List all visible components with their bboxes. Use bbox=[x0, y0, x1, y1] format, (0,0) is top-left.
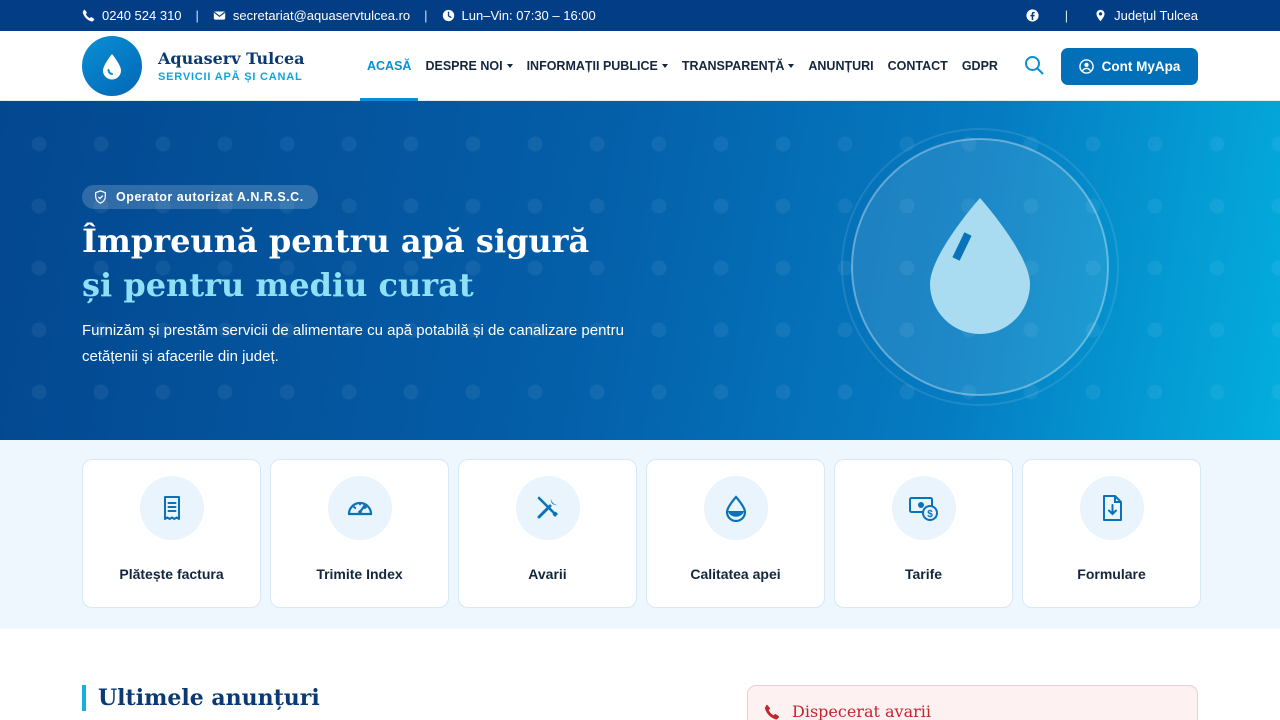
email-link[interactable]: secretariat@aquaservtulcea.ro bbox=[213, 8, 410, 23]
hours-text: Lun–Vin: 07:30 – 16:00 bbox=[461, 8, 596, 23]
facebook-icon bbox=[1026, 9, 1039, 22]
email-address: secretariat@aquaservtulcea.ro bbox=[232, 8, 411, 23]
nav-item-informatii-publice[interactable]: INFORMAȚII PUBLICE bbox=[520, 31, 675, 101]
phone-link[interactable]: 0240 524 310 bbox=[82, 8, 182, 23]
caret-down-icon bbox=[661, 64, 668, 68]
map-pin-icon bbox=[1096, 9, 1105, 22]
quick-link-label: Calitatea apei bbox=[690, 566, 781, 582]
emergency-dispatch-card[interactable]: Dispecerat avarii bbox=[747, 685, 1198, 720]
user-circle-icon bbox=[1078, 59, 1094, 74]
quick-link-label: Trimite Index bbox=[316, 566, 403, 582]
brand-tagline: SERVICII APĂ ȘI CANAL bbox=[158, 71, 303, 83]
badge-text: Operator autorizat A.N.R.S.C. bbox=[116, 190, 304, 204]
envelope-icon bbox=[213, 11, 226, 20]
quick-link-label: Formulare bbox=[1077, 566, 1146, 582]
announcements-heading: Ultimele anunțuri bbox=[82, 685, 320, 711]
quick-link-label: Avarii bbox=[528, 566, 567, 582]
region-link[interactable]: Județul Tulcea bbox=[1094, 8, 1198, 23]
quick-link-trimite-index[interactable]: Trimite Index bbox=[270, 459, 449, 608]
clock-icon bbox=[442, 9, 454, 22]
main-navigation: ACASĂ DESPRE NOI INFORMAȚII PUBLICE TRAN… bbox=[360, 31, 1005, 102]
account-button-label: Cont MyApa bbox=[1101, 59, 1181, 74]
hero-description: Furnizăm și prestăm servicii de alimenta… bbox=[82, 322, 624, 365]
quick-link-avarii[interactable]: Avarii bbox=[458, 459, 637, 608]
top-info-bar: 0240 524 310 | secretariat@aquaservtulce… bbox=[0, 0, 1280, 31]
account-button[interactable]: Cont MyApa bbox=[1061, 48, 1198, 85]
search-button[interactable] bbox=[1022, 53, 1046, 77]
money-icon: $ bbox=[892, 476, 956, 540]
quick-link-calitatea-apei[interactable]: Calitatea apei bbox=[646, 459, 825, 608]
quick-link-tarife[interactable]: $ Tarife bbox=[834, 459, 1013, 608]
region-text: Județul Tulcea bbox=[1114, 8, 1198, 23]
search-icon bbox=[1025, 56, 1044, 75]
facebook-link[interactable] bbox=[1026, 9, 1039, 22]
separator: | bbox=[424, 8, 428, 23]
invoice-icon bbox=[140, 476, 204, 540]
hero-banner: Operator autorizat A.N.R.S.C. Împreună p… bbox=[0, 101, 1280, 440]
caret-down-icon bbox=[506, 64, 513, 68]
separator: | bbox=[1064, 8, 1069, 23]
hero-title: Împreună pentru apă sigură și pentru med… bbox=[82, 219, 589, 307]
quick-link-formulare[interactable]: Formulare bbox=[1022, 459, 1201, 608]
phone-icon bbox=[764, 704, 780, 719]
authorization-badge: Operator autorizat A.N.R.S.C. bbox=[82, 185, 318, 209]
nav-item-acasa[interactable]: ACASĂ bbox=[360, 31, 419, 102]
phone-icon bbox=[82, 9, 95, 22]
hero-title-line2: și pentru mediu curat bbox=[82, 266, 474, 304]
nav-item-contact[interactable]: CONTACT bbox=[881, 31, 955, 101]
dispatch-title: Dispecerat avarii bbox=[792, 702, 931, 720]
phone-number: 0240 524 310 bbox=[102, 8, 182, 23]
gauge-icon bbox=[328, 476, 392, 540]
caret-down-icon bbox=[788, 64, 795, 68]
quick-links-section: Plătește factura Trimite Index Avarii Ca… bbox=[0, 440, 1280, 629]
site-logo[interactable]: Aquaserv Tulcea SERVICII APĂ ȘI CANAL bbox=[82, 36, 305, 96]
logo-drop-icon bbox=[82, 36, 142, 96]
main-header: Aquaserv Tulcea SERVICII APĂ ȘI CANAL AC… bbox=[0, 31, 1280, 102]
water-drop-icon bbox=[704, 476, 768, 540]
nav-item-gdpr[interactable]: GDPR bbox=[955, 31, 1005, 101]
hero-title-line1: Împreună pentru apă sigură bbox=[82, 222, 590, 260]
tools-icon bbox=[516, 476, 580, 540]
nav-item-transparenta[interactable]: TRANSPARENȚĂ bbox=[675, 31, 802, 101]
shield-icon bbox=[95, 190, 106, 204]
quick-link-plateste-factura[interactable]: Plătește factura bbox=[82, 459, 261, 608]
svg-text:$: $ bbox=[927, 509, 933, 520]
hero-water-drop-icon bbox=[841, 128, 1119, 406]
nav-item-anunturi[interactable]: ANUNȚURI bbox=[801, 31, 880, 101]
working-hours: Lun–Vin: 07:30 – 16:00 bbox=[442, 8, 596, 23]
quick-link-label: Tarife bbox=[904, 566, 943, 582]
file-download-icon bbox=[1080, 476, 1144, 540]
nav-item-despre-noi[interactable]: DESPRE NOI bbox=[418, 31, 519, 101]
brand-name: Aquaserv Tulcea bbox=[158, 49, 305, 68]
separator: | bbox=[195, 8, 199, 23]
quick-link-label: Plătește factura bbox=[119, 566, 224, 582]
